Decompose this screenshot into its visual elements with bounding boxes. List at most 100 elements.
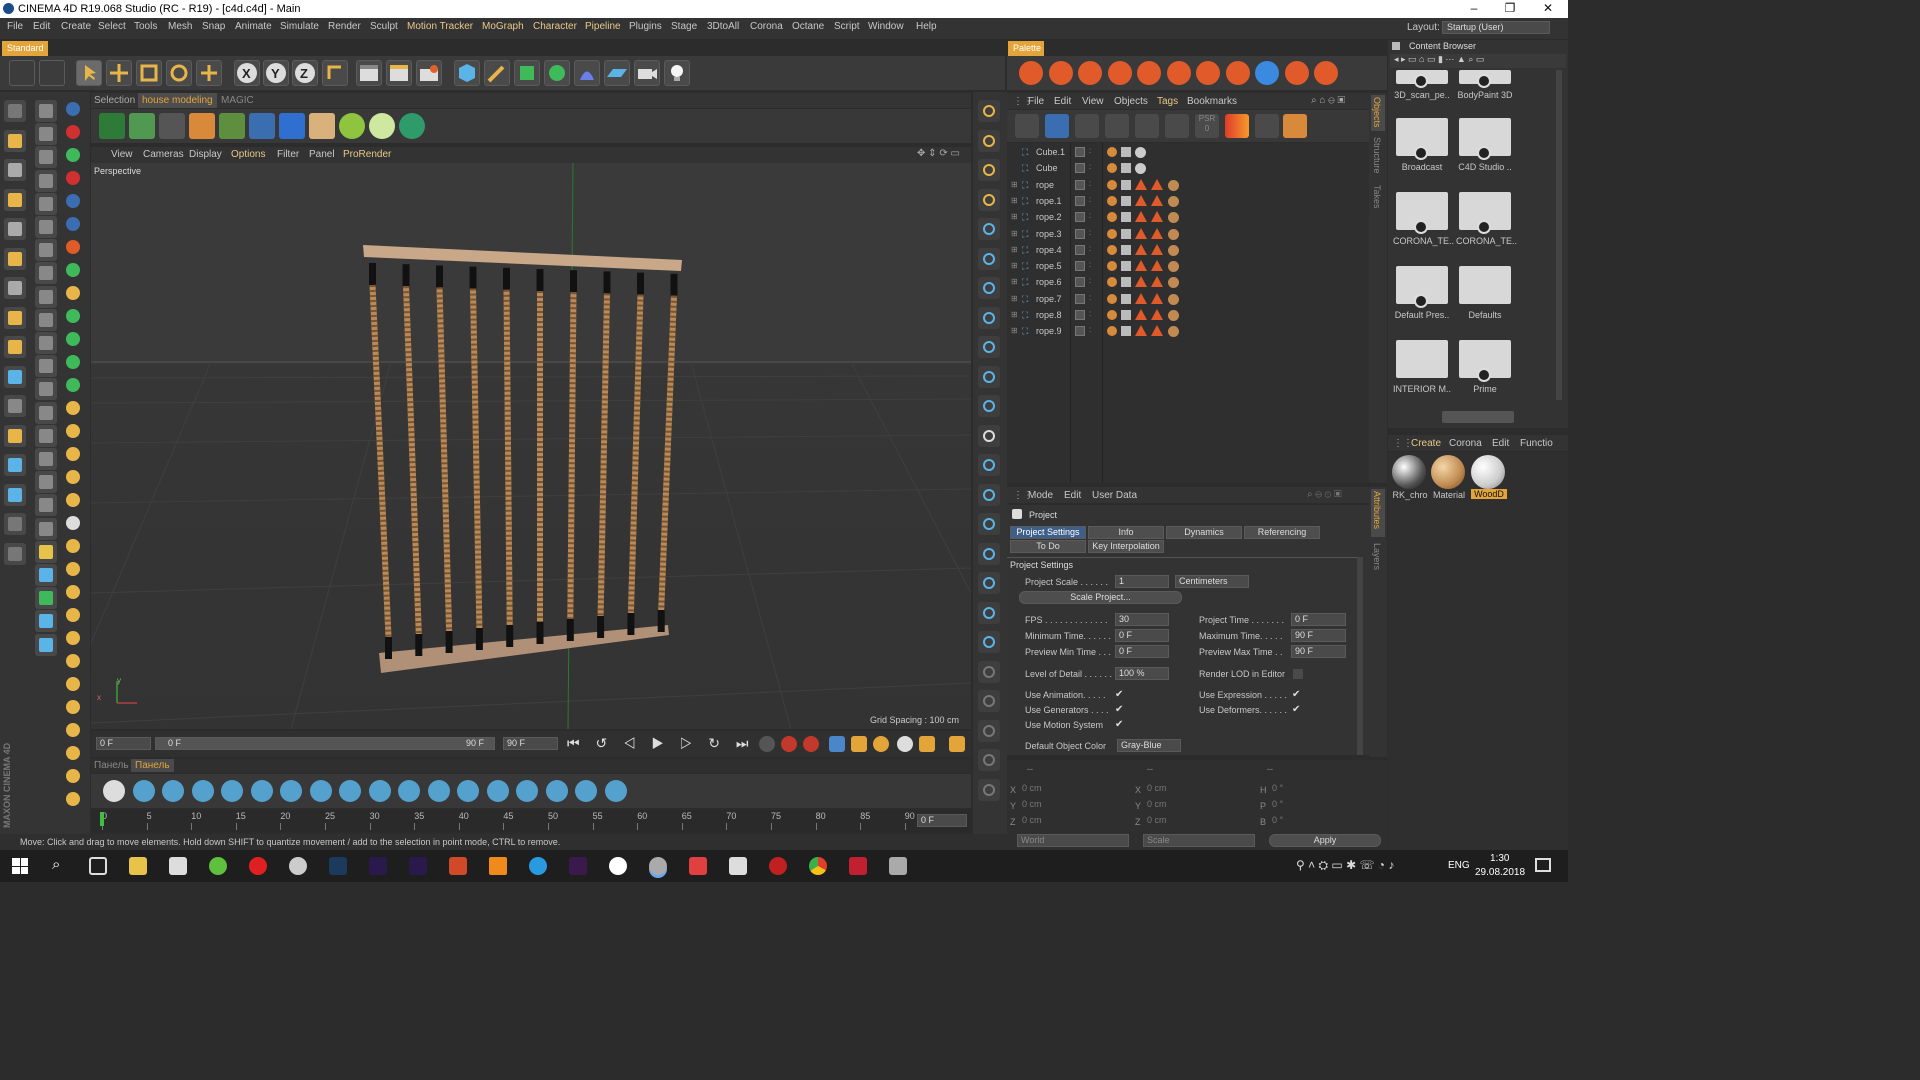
om-search-icon[interactable]: ⌕ ⌂ ⊖ ▣	[1311, 95, 1345, 106]
render-picture-viewer-button[interactable]	[386, 60, 412, 86]
viewport-menu-options[interactable]: Options	[231, 149, 265, 160]
expand-icon[interactable]: ⊞	[1011, 212, 1018, 221]
expand-icon[interactable]: ⊞	[1011, 245, 1018, 254]
primitive-7-icon[interactable]	[280, 780, 302, 802]
left-tool-3-icon[interactable]	[4, 159, 26, 181]
spline-tool-11-icon[interactable]	[978, 395, 1000, 417]
tag-1-icon[interactable]	[1107, 195, 1117, 206]
spline-tool-10-icon[interactable]	[978, 365, 1000, 388]
left-tool-26-icon[interactable]	[35, 308, 57, 331]
object-name[interactable]: rope.3	[1036, 229, 1062, 239]
left-tool-29-icon[interactable]	[35, 378, 57, 401]
object-row[interactable]: ⊞ ⛶ rope.3:	[1007, 227, 1369, 243]
layer-icon[interactable]	[1075, 310, 1085, 320]
timeline-start-field[interactable]: 0 F	[96, 737, 151, 750]
premiere-icon[interactable]	[369, 857, 387, 875]
menu-help[interactable]: Help	[916, 21, 937, 32]
left-tool-8-icon[interactable]	[4, 306, 26, 329]
visibility-dots-icon[interactable]: :	[1089, 309, 1091, 318]
tab-to-do[interactable]: To Do	[1010, 540, 1086, 553]
spline-tool-16-icon[interactable]	[978, 542, 1000, 565]
tag-2-icon[interactable]	[1121, 244, 1131, 255]
plank-icon[interactable]	[309, 113, 335, 139]
content-browser-item[interactable]: 3D_scan_pe..	[1393, 70, 1451, 100]
object-name[interactable]: Cube.1	[1036, 147, 1065, 157]
viewport-nav-icons[interactable]: ✥ ⇕ ⟳ ▭	[917, 148, 960, 159]
left-tool-1-icon[interactable]	[4, 100, 26, 122]
expand-icon[interactable]: ⊞	[1011, 326, 1018, 335]
prelude-icon[interactable]	[569, 857, 587, 875]
om-tool-3-icon[interactable]	[1075, 114, 1099, 138]
object-row[interactable]: ⛶ Cube:	[1007, 161, 1369, 177]
tag-4-icon[interactable]	[1151, 211, 1163, 223]
tag-3-icon[interactable]	[1135, 227, 1147, 239]
left-tool-39-icon[interactable]	[35, 610, 57, 633]
coord-value-field[interactable]: 0 °	[1269, 799, 1377, 812]
tag-3-icon[interactable]	[1135, 276, 1147, 288]
left-tool-51-icon[interactable]	[64, 330, 82, 348]
content-browser-item[interactable]: Defaults	[1456, 266, 1514, 320]
add-mograph-button[interactable]	[544, 60, 570, 86]
om-menu-tags[interactable]: Tags	[1157, 96, 1178, 107]
coord-value-field[interactable]: 0 °	[1269, 783, 1377, 796]
left-tool-6-icon[interactable]	[4, 247, 26, 270]
spline-tool-5-icon[interactable]	[978, 218, 1000, 240]
visibility-dots-icon[interactable]: :	[1089, 228, 1091, 237]
redo-button[interactable]	[39, 60, 65, 86]
viewport-menu-prorender[interactable]: ProRender	[343, 149, 391, 160]
spline-tool-2-icon[interactable]	[978, 129, 1000, 152]
om-menu-file[interactable]: File	[1028, 96, 1044, 107]
om-tool-1-icon[interactable]	[1015, 114, 1039, 138]
tag-1-icon[interactable]	[1107, 212, 1117, 223]
tag-1-icon[interactable]	[1107, 147, 1117, 157]
left-tool-25-icon[interactable]	[35, 285, 57, 308]
preview-min-field[interactable]: 0 F	[1115, 645, 1169, 658]
am-menu-user-data[interactable]: User Data	[1092, 490, 1137, 501]
palette-render-6-icon[interactable]	[1166, 61, 1191, 85]
spline-tool-19-icon[interactable]	[978, 631, 1000, 653]
tag-2-icon[interactable]	[1121, 212, 1131, 223]
left-tool-35-icon[interactable]	[35, 517, 57, 540]
spline-tool-24-icon[interactable]	[978, 778, 1000, 801]
left-tool-33-icon[interactable]	[35, 471, 57, 494]
content-browser-item[interactable]: Prime	[1456, 340, 1514, 394]
layer-icon[interactable]	[1075, 228, 1085, 239]
left-tool-37-icon[interactable]	[35, 564, 57, 586]
viewport-menu-display[interactable]: Display	[189, 149, 222, 160]
left-tool-13-icon[interactable]	[4, 454, 26, 476]
live-selection-tool[interactable]	[76, 60, 102, 86]
tag-4-icon[interactable]	[1151, 243, 1163, 255]
file-explorer-icon[interactable]	[129, 857, 147, 875]
menu-render[interactable]: Render	[328, 21, 361, 32]
om-menu-edit[interactable]: Edit	[1054, 96, 1071, 107]
z-axis-lock[interactable]: Z	[292, 60, 318, 86]
chrome-icon[interactable]	[809, 857, 827, 875]
tag-4-icon[interactable]	[1151, 276, 1163, 288]
material-tag-icon[interactable]	[1135, 147, 1146, 158]
tray-icons[interactable]: ⚲ ˄ ⛭ ▭ ✱ ☏ ◔ ♪	[1296, 858, 1394, 873]
minimize-button[interactable]: –	[1463, 1, 1485, 15]
primitive-18-icon[interactable]	[604, 780, 627, 802]
building-icon[interactable]	[129, 113, 155, 139]
left-tool-7-icon[interactable]	[4, 277, 26, 299]
tag-1-icon[interactable]	[1107, 228, 1117, 239]
primitive-11-icon[interactable]	[398, 780, 420, 802]
object-row[interactable]: ⊞ ⛶ rope:	[1007, 178, 1369, 194]
coord-value-field[interactable]: 0 cm	[1144, 815, 1252, 828]
use-deformers-checkbox[interactable]: ✔	[1292, 705, 1302, 715]
y-axis-lock[interactable]: Y	[263, 60, 289, 86]
object-name[interactable]: rope.1	[1036, 196, 1062, 206]
calculator-icon[interactable]	[729, 857, 747, 875]
render-settings-button[interactable]	[416, 60, 442, 86]
left-tool-66-icon[interactable]	[64, 675, 82, 693]
side-tab-structure[interactable]: Structure	[1372, 137, 1382, 174]
render-lod-checkbox[interactable]	[1293, 669, 1303, 679]
tag-2-icon[interactable]	[1121, 195, 1131, 206]
om-tool-8-icon[interactable]	[1225, 114, 1249, 138]
tag-3-icon[interactable]	[1135, 178, 1147, 190]
left-tool-64-icon[interactable]	[64, 629, 82, 647]
move-tool[interactable]	[106, 60, 132, 86]
content-browser-item[interactable]: BodyPaint 3D	[1456, 70, 1514, 100]
om-menu-bookmarks[interactable]: Bookmarks	[1187, 96, 1237, 107]
om-menu-objects[interactable]: Objects	[1114, 96, 1148, 107]
